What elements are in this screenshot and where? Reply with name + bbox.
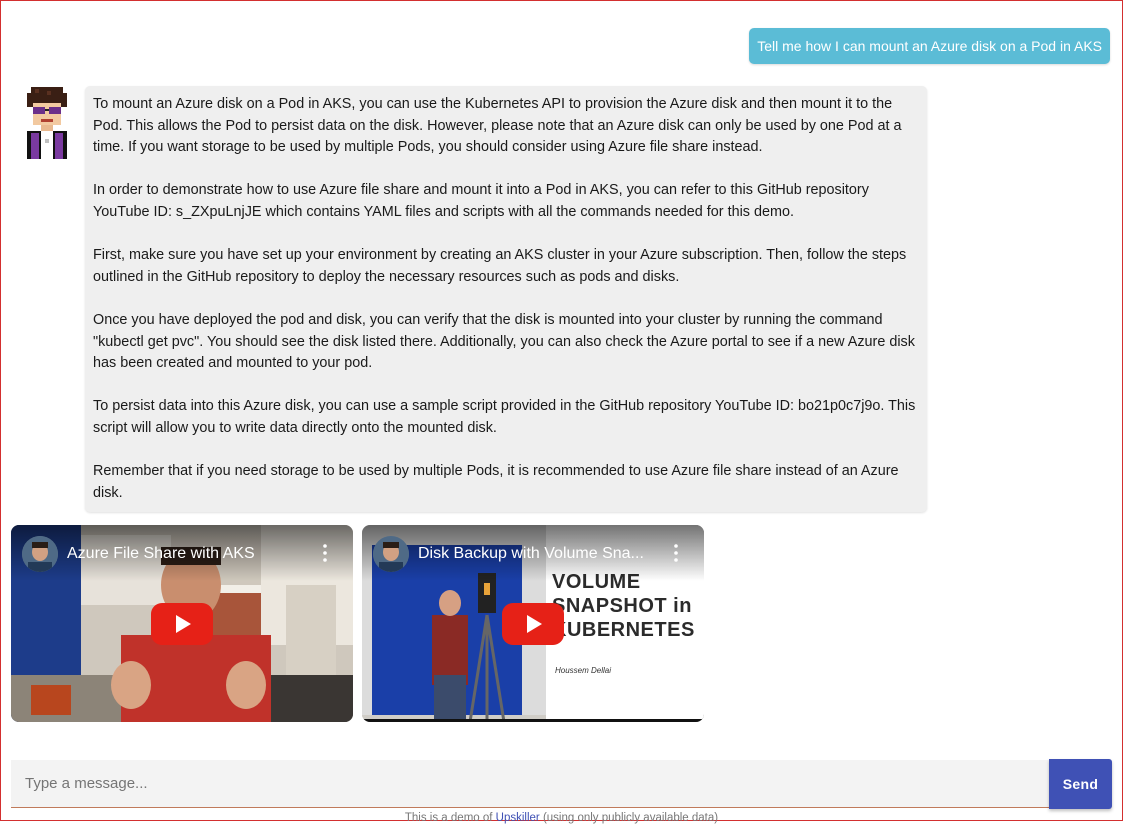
- bot-paragraph: To persist data into this Azure disk, yo…: [93, 398, 916, 436]
- overlay-line3: KUBERNETES: [552, 619, 695, 641]
- play-icon[interactable]: [502, 603, 564, 645]
- bot-avatar: [25, 87, 69, 159]
- bot-message-bubble: To mount an Azure disk on a Pod in AKS, …: [85, 86, 927, 513]
- kebab-menu-icon[interactable]: [323, 544, 327, 562]
- video-embed-azure-file-share[interactable]: Azure File Share with AKS: [11, 525, 353, 722]
- kebab-menu-icon[interactable]: [674, 544, 678, 562]
- channel-avatar[interactable]: [373, 536, 409, 572]
- video-title[interactable]: Disk Backup with Volume Sna...: [418, 545, 644, 563]
- overlay-author: Houssem Dellai: [555, 666, 612, 675]
- play-icon[interactable]: [151, 603, 213, 645]
- user-message-bubble: Tell me how I can mount an Azure disk on…: [749, 28, 1110, 64]
- overlay-line2: SNAPSHOT in: [552, 595, 692, 617]
- footer-note: This is a demo of Upskiller (using only …: [1, 812, 1122, 824]
- bot-paragraph: In order to demonstrate how to use Azure…: [93, 182, 869, 220]
- video-title[interactable]: Azure File Share with AKS: [67, 545, 255, 563]
- channel-avatar[interactable]: [22, 536, 58, 572]
- footer-suffix: (using only publicly available data): [539, 812, 719, 824]
- footer-prefix: This is a demo of: [404, 812, 496, 824]
- video-embed-disk-backup[interactable]: VOLUME SNAPSHOT in KUBERNETES Houssem De…: [362, 525, 704, 722]
- bot-paragraph: To mount an Azure disk on a Pod in AKS, …: [93, 96, 902, 156]
- message-composer: [11, 760, 1049, 808]
- bot-paragraph: Once you have deployed the pod and disk,…: [93, 311, 915, 372]
- message-input[interactable]: [11, 760, 1049, 806]
- send-button[interactable]: Send: [1049, 759, 1112, 809]
- bot-paragraph: Remember that if you need storage to be …: [93, 463, 899, 501]
- upskiller-link[interactable]: Upskiller: [496, 812, 540, 824]
- bot-paragraph: First, make sure you have set up your en…: [93, 247, 907, 285]
